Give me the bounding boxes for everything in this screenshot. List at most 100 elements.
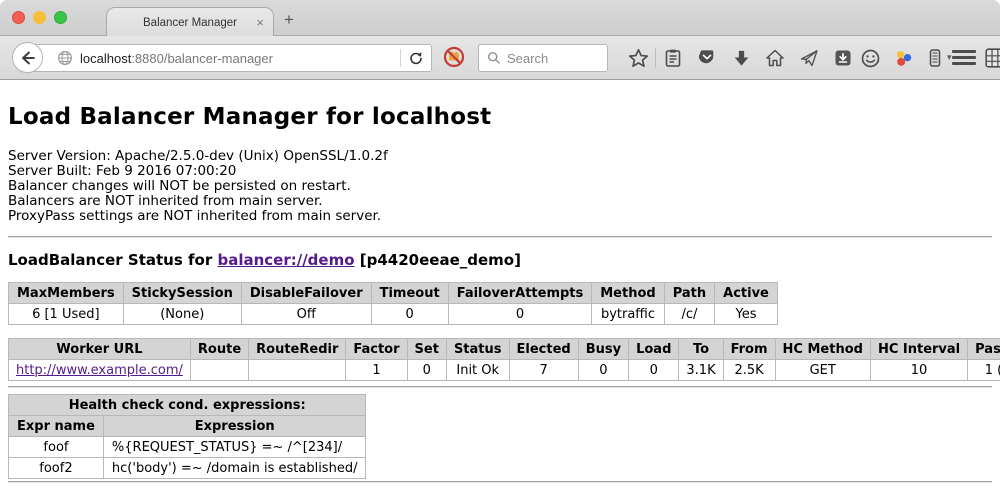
column-header: Load — [629, 339, 679, 360]
table-cell: 7 — [509, 360, 578, 381]
toolbar-separator — [655, 48, 656, 68]
search-bar[interactable]: Search — [478, 44, 608, 72]
table-cell: 6 [1 Used] — [9, 304, 124, 325]
home-button[interactable] — [764, 47, 786, 69]
smiley-icon — [860, 48, 881, 69]
reading-list-button[interactable] — [662, 47, 684, 69]
url-text: localhost:8880/balancer-manager — [80, 51, 273, 66]
column-header: DisableFailover — [241, 283, 371, 304]
table-cell: %{REQUEST_STATUS} =~ /^[234]/ — [103, 437, 366, 458]
divider — [8, 236, 992, 238]
bookmark-star-icon — [628, 48, 649, 69]
notice-line: ProxyPass settings are NOT inherited fro… — [8, 209, 1000, 224]
column-header: Elected — [509, 339, 578, 360]
column-header: Passes — [968, 339, 1000, 360]
column-header: StickySession — [123, 283, 241, 304]
column-header: Expr name — [9, 416, 104, 437]
table-cell: Off — [241, 304, 371, 325]
home-icon — [765, 48, 785, 68]
back-icon — [19, 49, 37, 67]
menu-button[interactable] — [952, 50, 976, 69]
balancer-status-heading: LoadBalancer Status for balancer://demo … — [8, 251, 1000, 269]
column-header: Path — [664, 283, 714, 304]
column-header: From — [723, 339, 775, 360]
column-header: HC Interval — [870, 339, 967, 360]
address-bar[interactable]: localhost:8880/balancer-manager — [28, 44, 432, 72]
zoom-window-button[interactable] — [54, 11, 67, 24]
url-path: :8880/balancer-manager — [131, 51, 273, 66]
table-cell: foof2 — [9, 458, 104, 479]
close-window-button[interactable] — [12, 11, 25, 24]
worker-url-link[interactable]: http://www.example.com/ — [16, 363, 183, 378]
pocket-icon — [697, 48, 717, 68]
tab-balancer-manager[interactable]: Balancer Manager × — [106, 7, 274, 37]
table-row: foof2hc('body') =~ /domain is establishe… — [9, 458, 366, 479]
column-header: Expression — [103, 416, 366, 437]
reading-list-icon — [663, 48, 683, 68]
column-header: HC Method — [775, 339, 870, 360]
server-info: Server Version: Apache/2.5.0-dev (Unix) … — [8, 149, 1000, 224]
table-cell: /c/ — [664, 304, 714, 325]
tab-close-icon[interactable]: × — [256, 15, 264, 30]
table-row: http://www.example.com/10Init Ok7003.1K2… — [9, 360, 1000, 381]
table-cell: 1 — [346, 360, 407, 381]
downloads-button[interactable] — [730, 47, 752, 69]
send-tab-button[interactable] — [798, 47, 820, 69]
page-title: Load Balancer Manager for localhost — [8, 80, 1000, 130]
tab-title: Balancer Manager — [143, 17, 237, 29]
new-tab-button[interactable]: + — [284, 10, 294, 30]
feedback-button[interactable] — [859, 47, 881, 69]
minimize-window-button[interactable] — [33, 11, 46, 24]
table-cell: (None) — [123, 304, 241, 325]
pocket-button[interactable] — [696, 47, 718, 69]
pages-grid-icon — [984, 47, 1000, 69]
dropdown-caret-icon[interactable]: ▾ — [947, 52, 952, 63]
column-header: RouteRedir — [249, 339, 346, 360]
column-header: MaxMembers — [9, 283, 124, 304]
balancer-demo-link[interactable]: balancer://demo — [217, 251, 354, 269]
table-cell: 0 — [578, 360, 628, 381]
table-title: Health check cond. expressions: — [9, 395, 366, 416]
browser-window: Balancer Manager × + localhost:8880/bala… — [0, 0, 1000, 491]
column-header: Route — [190, 339, 248, 360]
column-header: Method — [592, 283, 664, 304]
worker-status-table: Worker URLRouteRouteRedirFactorSetStatus… — [8, 338, 1000, 381]
bookmark-star-button[interactable] — [627, 47, 649, 69]
divider — [8, 481, 992, 483]
download-box-icon — [833, 48, 853, 68]
table-cell: hc('body') =~ /domain is established/ — [103, 458, 366, 479]
table-cell: 0 — [407, 360, 446, 381]
table-cell: 1 (0) — [968, 360, 1000, 381]
divider — [8, 386, 992, 388]
column-header: FailoverAttempts — [448, 283, 592, 304]
table-cell: 10 — [870, 360, 967, 381]
reload-button[interactable] — [401, 50, 431, 66]
download-icon — [732, 49, 751, 68]
table-cell — [249, 360, 346, 381]
page-content: Load Balancer Manager for localhost Serv… — [0, 80, 1000, 491]
download-manager-button[interactable] — [832, 47, 854, 69]
back-button[interactable] — [12, 42, 43, 73]
table-row: foof%{REQUEST_STATUS} =~ /^[234]/ — [9, 437, 366, 458]
pages-grid-button[interactable] — [984, 47, 1000, 69]
blocked-plugin-icon[interactable] — [442, 45, 466, 69]
column-header: Timeout — [371, 283, 448, 304]
container-button[interactable] — [924, 47, 946, 69]
extension-dots-button[interactable] — [892, 47, 914, 69]
table-cell: 2.5K — [723, 360, 775, 381]
table-cell: 0 — [629, 360, 679, 381]
titlebar: Balancer Manager × + — [0, 0, 1000, 36]
search-icon — [487, 51, 501, 65]
colored-dots-icon — [893, 48, 914, 69]
column-header: Factor — [346, 339, 407, 360]
url-domain: localhost — [80, 51, 131, 66]
notice-line: Balancer changes will NOT be persisted o… — [8, 179, 1000, 194]
table-cell: Init Ok — [446, 360, 509, 381]
traffic-lights — [12, 11, 67, 24]
table-cell: http://www.example.com/ — [9, 360, 191, 381]
table-cell: 0 — [448, 304, 592, 325]
notice-line: Balancers are NOT inherited from main se… — [8, 194, 1000, 209]
table-cell: 0 — [371, 304, 448, 325]
table-cell: Yes — [715, 304, 778, 325]
health-check-table: Health check cond. expressions:Expr name… — [8, 394, 366, 479]
